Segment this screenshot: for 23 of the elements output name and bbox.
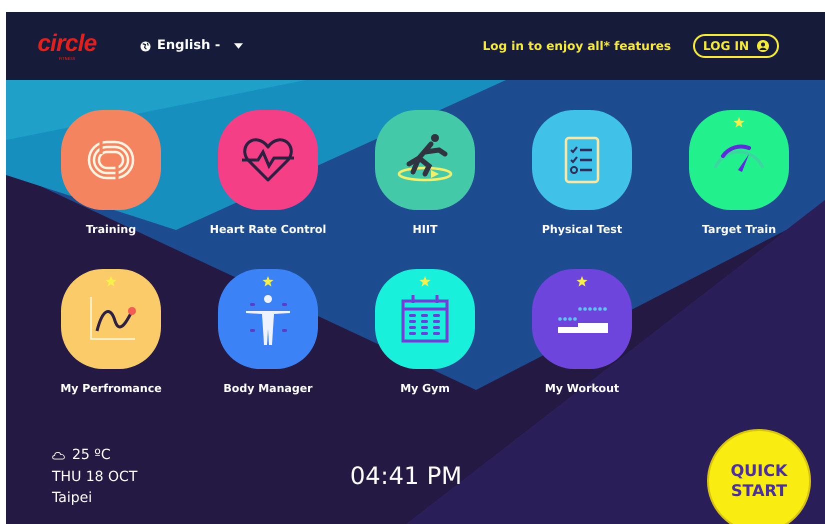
app-tile-button[interactable] [61,268,161,368]
date: THU 18 OCT [52,468,138,486]
app-label: My Perfromance [60,380,162,396]
app-label: HIIT [412,222,438,238]
app-tile-button[interactable] [218,268,318,368]
user-icon [757,40,769,52]
login-button[interactable]: LOG IN [693,34,779,58]
app-label: Training [86,222,136,238]
language-selector[interactable]: English - [140,36,244,56]
clock-time: 04:41 PM [350,461,462,492]
app-label: My Workout [544,380,620,396]
app-label: Physical Test [542,222,622,238]
cloud-icon [52,450,66,460]
city: Taipei [52,488,94,508]
caret-icon [234,43,244,49]
app-label: My Gym [400,380,450,396]
app-label: Target Train [702,222,776,238]
globe-icon [140,40,151,52]
app-label: Heart Rate Control [210,222,326,238]
app-label: Body Manager [223,380,313,396]
brand-logo: circle [37,32,97,56]
login-prompt: Log in to enjoy all* features [482,38,672,55]
temperature: 25 ºC [72,446,111,464]
